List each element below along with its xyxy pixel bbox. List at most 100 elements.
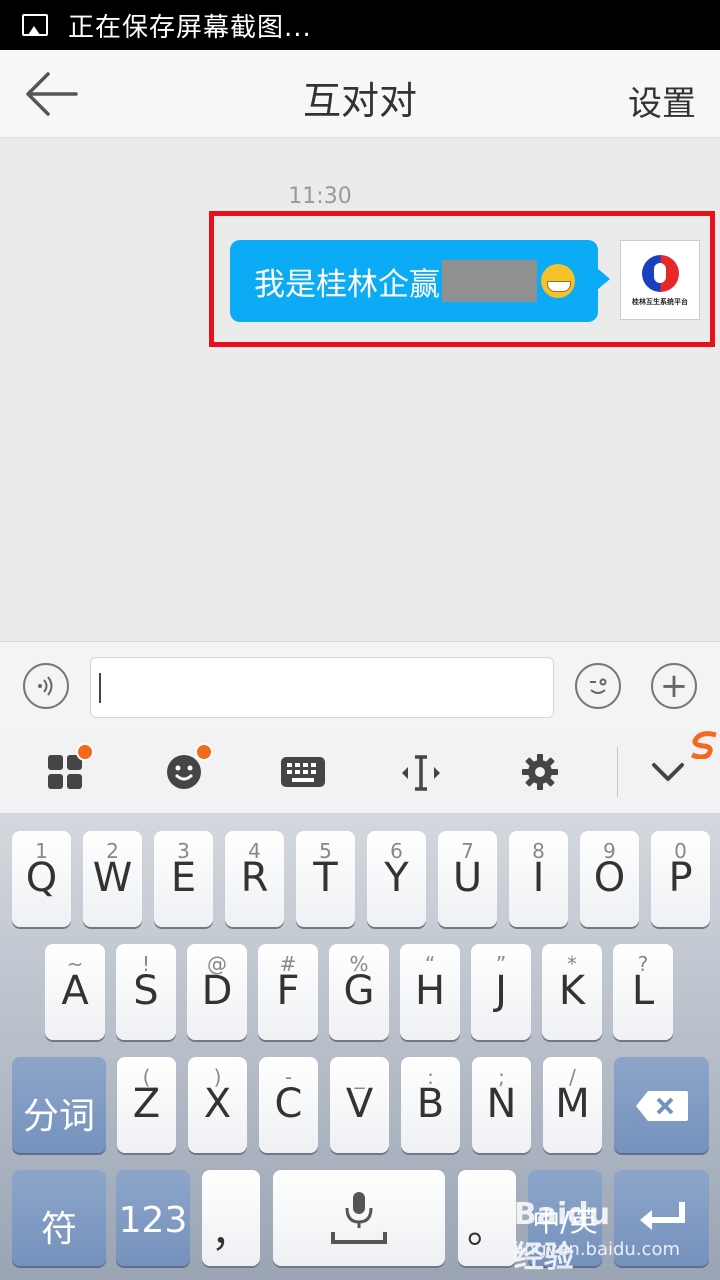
key-e[interactable]: 3E <box>154 831 213 927</box>
baidu-watermark-logo: Baidu经验 <box>513 1197 611 1275</box>
microphone-icon <box>331 1192 387 1244</box>
key-n[interactable]: ; N <box>472 1057 531 1153</box>
key-u[interactable]: 7U <box>438 831 497 927</box>
key-primary-label: K <box>558 968 586 1014</box>
key-primary-label: U <box>452 855 483 901</box>
key-primary-label: R <box>240 855 269 901</box>
key-primary-label: C <box>274 1081 303 1127</box>
key-r[interactable]: 4R <box>225 831 284 927</box>
message-timestamp: 11:30 <box>288 184 352 209</box>
keyboard-icon <box>281 757 325 787</box>
message-bubble[interactable]: 我是桂林企赢 <box>230 240 610 322</box>
key-y[interactable]: 6Y <box>367 831 426 927</box>
key-primary-label: V <box>345 1081 374 1127</box>
message-input-bar: + <box>0 641 720 729</box>
key-primary-label: T <box>313 855 338 901</box>
plus-icon: + <box>659 666 689 706</box>
more-options-button[interactable]: + <box>651 663 697 709</box>
watermark: Baidu经验 jingyan.baidu.com <box>514 1197 680 1275</box>
key-i[interactable]: 8I <box>509 831 568 927</box>
avatar-caption: 桂林互生系统平台 <box>632 298 688 306</box>
key-primary-label: J <box>495 968 507 1014</box>
key-t[interactable]: 5T <box>296 831 355 927</box>
space-key[interactable] <box>273 1170 445 1266</box>
key-s[interactable]: ! S <box>116 944 176 1040</box>
key-d[interactable]: @ D <box>187 944 247 1040</box>
avatar-logo <box>642 255 679 292</box>
status-text: 正在保存屏幕截图... <box>68 12 312 43</box>
image-icon <box>22 14 48 36</box>
ime-settings-button[interactable] <box>521 753 561 793</box>
key-primary-label: Z <box>132 1081 161 1127</box>
key-primary-label: D <box>201 968 233 1014</box>
text-cursor-icon <box>402 755 440 791</box>
keyboard-switch-button[interactable] <box>280 753 326 793</box>
key-primary-label: X <box>203 1081 232 1127</box>
key-primary-label: W <box>92 855 133 901</box>
key-x[interactable]: ) X <box>188 1057 247 1153</box>
period-key[interactable]: 。 <box>458 1170 516 1266</box>
key-primary-label: I <box>532 855 545 901</box>
key-primary-label: N <box>486 1081 517 1127</box>
hide-keyboard-button[interactable] <box>650 757 690 797</box>
key-l[interactable]: ? L <box>613 944 673 1040</box>
key-primary-label: O <box>593 855 626 901</box>
key-z[interactable]: (Z <box>117 1057 176 1153</box>
key-primary-label: F <box>276 968 300 1014</box>
key-primary-label: L <box>631 968 655 1014</box>
key-primary-label: G <box>343 968 375 1014</box>
number-key[interactable]: 123 <box>116 1170 190 1266</box>
key-primary-label: S <box>133 968 159 1014</box>
comma-key[interactable]: ， <box>202 1170 260 1266</box>
page-title: 互对对 <box>302 79 417 123</box>
key-a[interactable]: ~ A <box>45 944 105 1040</box>
split-word-key[interactable]: 分词 <box>12 1057 106 1153</box>
settings-button[interactable]: 设置 <box>628 76 696 125</box>
wink-face-icon <box>590 678 607 694</box>
key-primary-label: Q <box>25 855 58 901</box>
key-v[interactable]: _ V <box>330 1057 389 1153</box>
notification-dot <box>195 743 213 761</box>
key-f[interactable]: # F <box>258 944 318 1040</box>
key-o[interactable]: 9O <box>580 831 639 927</box>
title-bar: 互对对 设置 <box>0 50 720 138</box>
backspace-key[interactable] <box>614 1057 709 1153</box>
voice-input-button[interactable] <box>23 663 69 709</box>
apps-grid-button[interactable] <box>46 743 94 793</box>
gear-icon <box>522 754 558 790</box>
backspace-icon <box>636 1091 688 1121</box>
soft-keyboard: 1Q2W3E4R5T6Y7U8I9O0P ~ A! S @ D # F% G “H” J * K? L … <box>0 814 720 1280</box>
key-primary-label: M <box>555 1081 590 1127</box>
key-p[interactable]: 0P <box>651 831 710 927</box>
key-k[interactable]: * K <box>542 944 602 1040</box>
sogou-logo-icon <box>691 731 717 759</box>
ime-toolbar <box>0 729 720 814</box>
chevron-down-icon <box>652 763 684 781</box>
key-primary-label: B <box>416 1081 445 1127</box>
key-g[interactable]: % G <box>329 944 389 1040</box>
cursor-move-button[interactable] <box>400 753 440 793</box>
key-j[interactable]: ” J <box>471 944 531 1040</box>
message-text: 我是桂林企赢 <box>254 266 440 303</box>
status-bar: 正在保存屏幕截图... <box>0 0 720 50</box>
symbol-key[interactable]: 符 <box>12 1170 106 1266</box>
avatar[interactable]: 桂林互生系统平台 <box>620 240 700 320</box>
enter-arrow-icon <box>640 1202 685 1230</box>
notification-dot <box>76 743 94 761</box>
key-c[interactable]: -C <box>259 1057 318 1153</box>
key-q[interactable]: 1Q <box>12 831 71 927</box>
key-primary-label: H <box>414 968 446 1014</box>
emoji-panel-button[interactable] <box>165 743 213 793</box>
key-h[interactable]: “H <box>400 944 460 1040</box>
voice-icon <box>38 676 53 696</box>
key-primary-label: A <box>61 968 89 1014</box>
key-b[interactable]: :B <box>401 1057 460 1153</box>
key-primary-label: E <box>170 855 197 901</box>
message-input[interactable] <box>90 657 554 718</box>
grin-emoji-icon <box>541 264 575 298</box>
toolbar-divider <box>617 747 618 797</box>
emoji-button[interactable] <box>575 663 621 709</box>
chat-area[interactable]: 11:30 我是桂林企赢 桂林互生系统平台 <box>0 139 720 641</box>
key-w[interactable]: 2W <box>83 831 142 927</box>
key-m[interactable]: / M <box>543 1057 602 1153</box>
